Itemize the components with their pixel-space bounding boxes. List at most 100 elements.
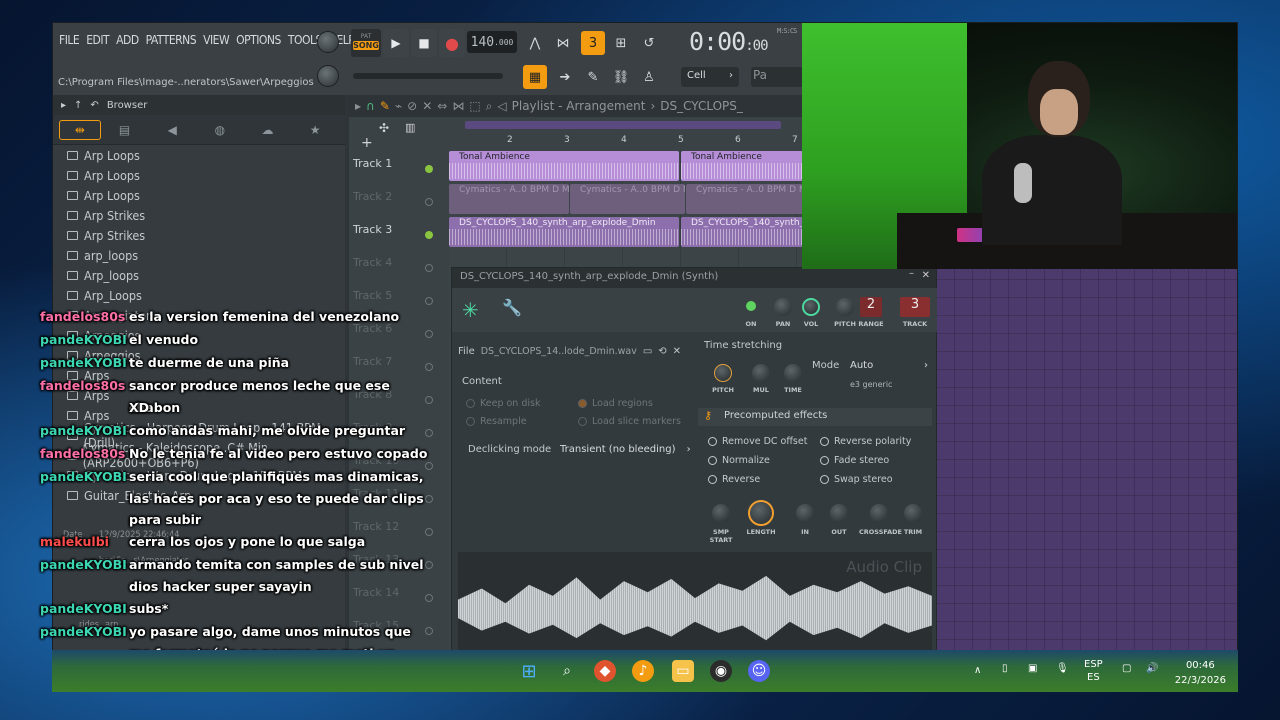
swap-stereo-option[interactable]: Swap stereo [820,474,893,485]
paint-icon[interactable]: ⌁ [395,99,402,113]
pencil-icon[interactable]: ✎ [380,99,390,113]
snap-icon[interactable]: ✣ [379,121,389,135]
channel-settings-title[interactable]: DS_CYCLOPS_140_synth_arp_explode_Dmin (S… [452,268,936,288]
declicking-select[interactable]: Transient (no bleeding) › [560,444,691,455]
chat-username[interactable]: fandelos80s [40,375,126,397]
chat-username[interactable]: pandeKYOBI [40,329,127,351]
volume-icon[interactable]: 🔊 [1146,662,1158,675]
arrow-icon[interactable]: ➔ [553,65,577,89]
slip-icon[interactable]: ⇔ [437,99,447,113]
track-mute-led[interactable] [425,165,433,173]
clip-arp-2[interactable]: DS_CYCLOPS_140_synth_a [681,217,803,247]
pan-knob[interactable] [774,298,792,316]
app-tray-icon[interactable]: ▣ [1028,662,1037,675]
up-icon[interactable]: ↑ [74,100,82,111]
brave-browser-icon[interactable]: ◆ [594,660,616,682]
remove-dc-option[interactable]: Remove DC offset [708,436,807,447]
load-slice-markers-option[interactable]: Load slice markers [578,416,681,427]
step-edit-icon[interactable]: ⊞ [609,31,633,55]
load-regions-option[interactable]: Load regions [578,398,653,409]
mode-select[interactable]: Auto › [850,360,928,371]
smp-start-knob[interactable] [712,504,730,522]
magnet-icon[interactable]: ∩ [366,99,375,113]
add-track-icon[interactable]: + [361,135,373,151]
trim-knob[interactable] [904,504,922,522]
track-header[interactable]: Track 3 [349,217,445,250]
track-mute-led[interactable] [425,198,433,206]
brush-icon[interactable]: ✎ [581,65,605,89]
playlist-scrollbar[interactable] [465,121,781,129]
obs-icon[interactable]: ◉ [710,660,732,682]
resample-option[interactable]: Resample [466,416,527,427]
clip-cymatics-3[interactable]: Cymatics - A..0 BPM D Min [686,184,803,214]
clip-tonal-ambience-2[interactable]: Tonal Ambience [681,151,803,181]
reverse-polarity-option[interactable]: Reverse polarity [820,436,911,447]
clip-arp-1[interactable]: DS_CYCLOPS_140_synth_arp_explode_Dmin [449,217,679,247]
menu-file[interactable]: FILE [59,33,80,47]
chat-username[interactable]: pandeKYOBI [40,554,127,576]
pattern-select[interactable]: Pa [751,67,803,87]
mixer-track-value[interactable]: 3 [900,297,930,317]
pat-song-toggle[interactable]: PAT SONG [351,29,381,57]
slice-icon[interactable]: ⋈ [452,99,464,113]
reload-icon[interactable]: ⟲ [658,346,666,357]
chat-username[interactable]: fandelos80s [40,443,126,465]
wait-input-icon[interactable]: ⋈ [551,31,575,55]
in-knob[interactable] [796,504,814,522]
menu-edit[interactable]: EDIT [86,33,109,47]
snap-select[interactable]: Cell › [681,67,739,87]
file-explorer-icon[interactable]: ▭ [672,660,694,682]
piano-icon[interactable]: ▥ [405,121,415,134]
record-button[interactable]: ● [439,29,465,57]
normalize-option[interactable]: Normalize [708,455,770,466]
chat-username[interactable]: pandeKYOBI [40,420,127,442]
windows-start-icon[interactable]: ⊞ [518,660,540,682]
master-volume-knob[interactable] [317,31,339,53]
fade-stereo-option[interactable]: Fade stereo [820,455,889,466]
keep-on-disk-option[interactable]: Keep on disk [466,398,540,409]
folder-icon[interactable]: ▭ [643,346,652,357]
channel-on-led[interactable] [746,301,756,311]
discord-icon[interactable]: ☺ [748,660,770,682]
mute-icon[interactable]: ✕ [422,99,432,113]
stop-button[interactable]: ■ [411,29,437,57]
file-value[interactable]: DS_CYCLOPS_14..lode_Dmin.wav [481,346,637,357]
chat-username[interactable]: pandeKYOBI [40,598,127,620]
clip-cymatics-1[interactable]: Cymatics - A..0 BPM D Min [449,184,569,214]
ts-pitch-knob[interactable] [714,364,732,382]
clip-cymatics-2[interactable]: Cymatics - A..0 BPM D Min [570,184,685,214]
wrench-icon[interactable]: 🔧 [502,298,522,317]
tempo-display[interactable]: 140.000 [467,31,517,53]
play-button[interactable]: ▶ [383,29,409,57]
ts-time-knob[interactable] [784,364,802,382]
browser-folder[interactable]: arp_loops [67,245,345,265]
metronome-icon[interactable]: ⋀ [523,31,547,55]
track-mute-led[interactable] [425,297,433,305]
ts-mul-knob[interactable] [752,364,770,382]
browser-folder[interactable]: Arp Loops [67,145,345,165]
search-icon[interactable]: ⌕ [556,660,578,682]
song-position-slider[interactable] [353,73,503,79]
reverse-option[interactable]: Reverse [708,474,760,485]
out-knob[interactable] [830,504,848,522]
length-knob[interactable] [748,500,774,526]
menu-view[interactable]: VIEW [203,33,230,47]
select-icon[interactable]: ⬚ [469,99,480,113]
countdown-icon[interactable]: 3 [581,31,605,55]
piano-roll-grid[interactable] [937,267,1237,691]
close-icon[interactable]: ✕ [922,270,930,281]
delete-icon[interactable]: ⊘ [407,99,417,113]
chat-username[interactable]: fandelos80s [40,306,126,328]
tab-all[interactable]: ⇹ [59,119,101,140]
menu-patterns[interactable]: PATTERNS [146,33,197,47]
zoom-icon[interactable]: ⌕ [486,99,493,114]
browser-folder[interactable]: Arp Loops [67,185,345,205]
link-icon[interactable]: ⛓ [609,65,633,89]
menu-add[interactable]: ADD [116,33,139,47]
clip-tonal-ambience-1[interactable]: Tonal Ambience [449,151,679,181]
tab-speaker[interactable]: ◀ [148,120,196,140]
menu-options[interactable]: OPTIONS [236,33,281,47]
tray-chevron-icon[interactable]: ∧ [974,664,981,677]
chat-username[interactable]: malekulbi [40,531,126,553]
playback-icon[interactable]: ◁ [497,99,506,113]
